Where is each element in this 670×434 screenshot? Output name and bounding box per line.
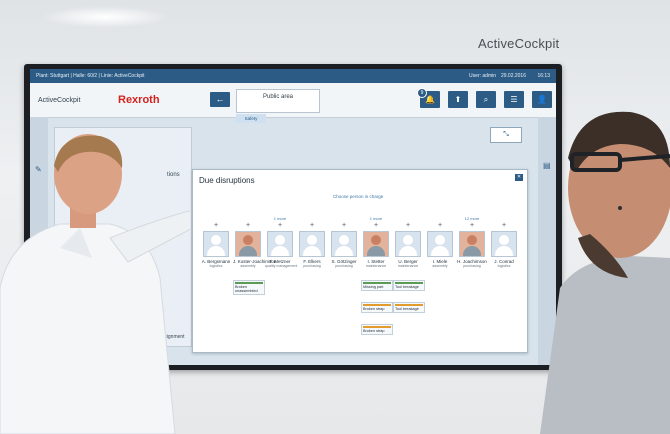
user-label: User: admin xyxy=(469,73,496,79)
person-role: purchasing xyxy=(303,264,321,268)
avatar xyxy=(203,231,229,257)
person-column[interactable]: + A. Bergsmann logistics xyxy=(201,216,231,268)
upload-icon: ⬆ xyxy=(454,95,462,104)
add-icon[interactable]: + xyxy=(489,222,519,230)
photo-scene: ActiveCockpit Plant: Stuttgart | Halle: … xyxy=(0,0,670,434)
area-selector[interactable]: Public area xyxy=(236,89,320,113)
disruption-card[interactable]: Broken strap xyxy=(361,324,393,335)
status-bar: Plant: Stuttgart | Halle: 60/2 | Linie: … xyxy=(30,69,556,83)
upload-button[interactable]: ⬆ xyxy=(448,91,468,108)
add-icon[interactable]: + xyxy=(329,222,359,230)
time-label: 16:13 xyxy=(537,73,550,79)
expand-button[interactable]: ⤡ xyxy=(490,127,522,143)
avatar xyxy=(491,231,517,257)
disruption-card[interactable]: Broken unassembled xyxy=(233,280,265,295)
area-name: Public area xyxy=(262,94,294,100)
person-role: logistics xyxy=(497,264,511,268)
add-icon[interactable]: + xyxy=(393,222,423,230)
search-button[interactable]: ⌕ xyxy=(476,91,496,108)
avatar xyxy=(299,231,325,257)
person-role: quality management xyxy=(265,264,298,268)
disruption-card[interactable]: Tool breakage xyxy=(393,302,425,313)
disruption-label: Broken strap xyxy=(363,307,385,311)
person-column[interactable]: + J. Koster-Joachimson assembly xyxy=(233,216,276,268)
person-role: purchasing xyxy=(335,264,353,268)
app-title: ActiveCockpit xyxy=(38,97,81,104)
rexroth-logo: Rexroth xyxy=(118,94,160,106)
avatar xyxy=(427,231,453,257)
breadcrumb[interactable]: Plant: Stuttgart | Halle: 60/2 | Linie: … xyxy=(36,73,145,79)
person-column[interactable]: 12 more + H. Joachimson purchasing xyxy=(457,216,487,268)
ceiling-light-reflection xyxy=(40,6,170,28)
choose-person-hint[interactable]: Choose person in charge xyxy=(333,194,383,199)
disruption-label: Missing part xyxy=(363,285,384,289)
add-icon[interactable]: + xyxy=(233,222,263,230)
dialog-title: Due disruptions xyxy=(199,176,255,185)
person-column[interactable]: + I. Miele assembly xyxy=(425,216,455,268)
due-disruptions-dialog: Due disruptions ✕ Choose person in charg… xyxy=(192,169,528,353)
person-role: logistics xyxy=(209,264,223,268)
add-icon[interactable]: + xyxy=(457,222,487,230)
person-column[interactable]: + F. Elkers purchasing xyxy=(297,216,327,268)
add-icon[interactable]: + xyxy=(201,222,231,230)
person-role: assembly xyxy=(240,264,256,268)
avatar xyxy=(331,231,357,257)
app-header: ActiveCockpit Rexroth ← Public area Safe… xyxy=(30,83,556,123)
person-column[interactable]: 1 more + I. Stetter maintenance xyxy=(361,216,391,268)
person-role: maintenance xyxy=(397,264,419,268)
person-column[interactable]: + J. Conrad logistics xyxy=(489,216,519,268)
add-icon[interactable]: + xyxy=(361,222,391,230)
disruption-label: Broken unassembled xyxy=(235,285,258,293)
avatar xyxy=(459,231,485,257)
disruption-label: Tool breakage xyxy=(395,307,419,311)
notification-badge: 9 xyxy=(417,88,427,98)
avatar xyxy=(363,231,389,257)
bell-icon: 🔔 xyxy=(425,95,435,104)
observer-right xyxy=(540,111,670,434)
avatar xyxy=(395,231,421,257)
date-label: 29.02.2016 xyxy=(500,73,526,79)
back-button[interactable]: ← xyxy=(210,92,230,107)
wall-brand-label: ActiveCockpit xyxy=(478,36,560,51)
disruption-card[interactable]: Tool breakage xyxy=(393,280,425,291)
tab-safety[interactable]: Safety xyxy=(236,114,266,123)
expand-icon: ⤡ xyxy=(503,131,509,138)
person-role: assembly xyxy=(432,264,448,268)
person-role: maintenance xyxy=(365,264,387,268)
person-column[interactable]: + S. Götzinger purchasing xyxy=(329,216,359,268)
disruption-card[interactable]: Missing part xyxy=(361,280,393,291)
add-icon[interactable]: + xyxy=(297,222,327,230)
person-column[interactable]: 1 more + F. Metzner quality management xyxy=(265,216,298,268)
arrow-left-icon: ← xyxy=(215,94,225,104)
disruption-card[interactable]: Broken strap xyxy=(361,302,393,313)
add-icon[interactable]: + xyxy=(265,222,295,230)
presenter-left xyxy=(0,134,190,434)
avatar xyxy=(235,231,261,257)
add-icon[interactable]: + xyxy=(425,222,455,230)
person-role: purchasing xyxy=(463,264,481,268)
search-icon: ⌕ xyxy=(483,95,489,104)
disruption-label: Tool breakage xyxy=(395,285,419,289)
avatar xyxy=(267,231,293,257)
disruption-label: Broken strap xyxy=(363,329,385,333)
menu-icon: ☰ xyxy=(510,95,518,104)
person-column[interactable]: + U. Berger maintenance xyxy=(393,216,423,268)
